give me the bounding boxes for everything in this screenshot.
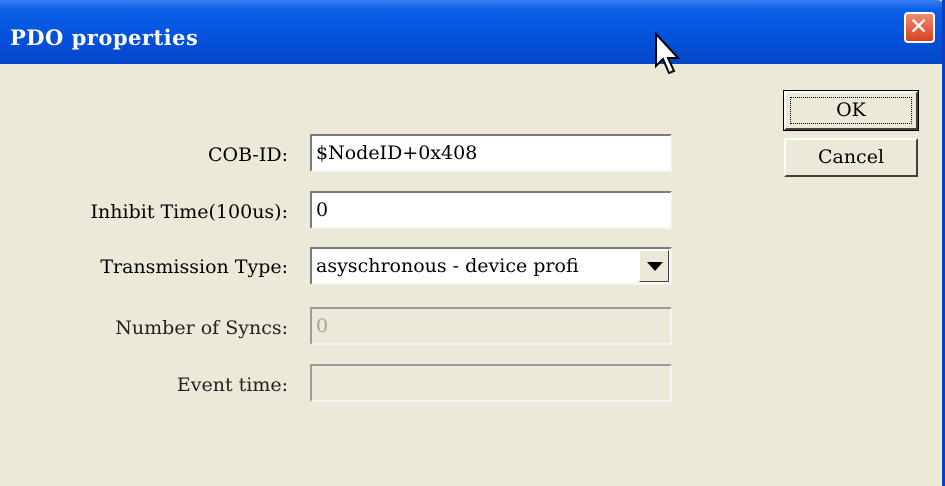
focus-rectangle	[790, 97, 912, 124]
dialog-title: PDO properties	[10, 25, 199, 50]
ok-button[interactable]: OK	[783, 90, 919, 131]
chevron-down-icon	[647, 262, 663, 271]
dropdown-button[interactable]	[639, 250, 669, 282]
transmission-type-value: asyschronous - device profi	[316, 255, 579, 277]
inhibit-time-input[interactable]: 0	[310, 191, 672, 229]
number-of-syncs-label: Number of Syncs:	[115, 317, 288, 339]
cancel-label: Cancel	[817, 146, 885, 168]
number-of-syncs-input: 0	[310, 307, 672, 345]
transmission-type-select[interactable]: asyschronous - device profi	[310, 247, 672, 285]
cancel-button[interactable]: Cancel	[784, 138, 918, 177]
close-button[interactable]: ✕	[904, 12, 935, 43]
event-time-label: Event time:	[176, 374, 288, 396]
pdo-properties-dialog: PDO properties ✕ COB-ID: $NodeID+0x408 I…	[0, 0, 945, 486]
cob-id-input[interactable]: $NodeID+0x408	[310, 134, 672, 172]
transmission-type-label: Transmission Type:	[100, 256, 288, 278]
title-bar[interactable]: PDO properties ✕	[0, 0, 942, 64]
cob-id-label: COB-ID:	[208, 144, 288, 166]
mouse-pointer-icon	[655, 31, 681, 75]
event-time-input	[310, 364, 672, 402]
inhibit-time-label: Inhibit Time(100us):	[90, 201, 288, 223]
close-icon: ✕	[909, 14, 929, 40]
